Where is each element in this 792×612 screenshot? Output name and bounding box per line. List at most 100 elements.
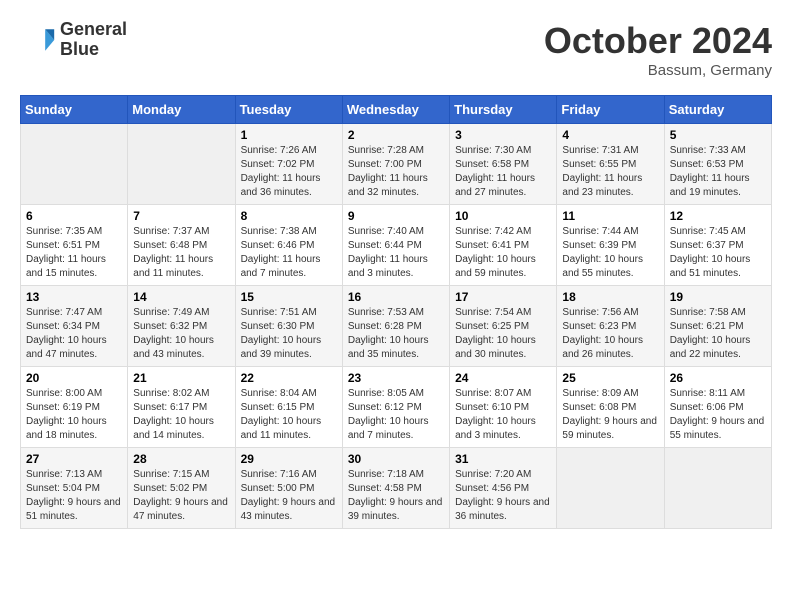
location: Bassum, Germany — [544, 62, 772, 79]
day-info: Sunrise: 7:40 AM Sunset: 6:44 PM Dayligh… — [348, 225, 444, 281]
col-wednesday: Wednesday — [342, 96, 449, 124]
day-cell: 11 Sunrise: 7:44 AM Sunset: 6:39 PM Dayli… — [557, 205, 664, 286]
day-info: Sunrise: 7:16 AM Sunset: 5:00 PM Dayligh… — [241, 468, 337, 524]
week-row-2: 6Sunrise: 7:35 AM Sunset: 6:51 PM Daylig… — [21, 205, 772, 286]
day-cell — [557, 448, 664, 529]
col-friday: Friday — [557, 96, 664, 124]
day-cell: 27 Sunrise: 7:13 AM Sunset: 5:04 PM Dayli… — [21, 448, 128, 529]
day-number: 24 — [455, 371, 551, 385]
day-number: 17 — [455, 290, 551, 304]
day-cell: 26 Sunrise: 8:11 AM Sunset: 6:06 PM Dayli… — [664, 367, 771, 448]
col-thursday: Thursday — [450, 96, 557, 124]
calendar-table: SundayMondayTuesdayWednesdayThursdayFrid… — [20, 95, 772, 529]
day-info: Sunrise: 7:47 AM Sunset: 6:34 PM Dayligh… — [26, 306, 122, 362]
logo: General Blue — [20, 20, 127, 60]
day-cell: 20 Sunrise: 8:00 AM Sunset: 6:19 PM Dayli… — [21, 367, 128, 448]
day-cell: 4 Sunrise: 7:31 AM Sunset: 6:55 PM Daylig… — [557, 124, 664, 205]
day-cell: 17 Sunrise: 7:54 AM Sunset: 6:25 PM Dayli… — [450, 286, 557, 367]
week-row-3: 13 Sunrise: 7:47 AM Sunset: 6:34 PM Dayli… — [21, 286, 772, 367]
day-number: 21 — [133, 371, 229, 385]
day-number: 22 — [241, 371, 337, 385]
day-number: 16 — [348, 290, 444, 304]
day-cell: 3Sunrise: 7:30 AM Sunset: 6:58 PM Daylig… — [450, 124, 557, 205]
day-cell: 30 Sunrise: 7:18 AM Sunset: 4:58 PM Dayli… — [342, 448, 449, 529]
day-cell: 5 Sunrise: 7:33 AM Sunset: 6:53 PM Daylig… — [664, 124, 771, 205]
day-number: 27 — [26, 452, 122, 466]
day-info: Sunrise: 7:13 AM Sunset: 5:04 PM Dayligh… — [26, 468, 122, 524]
day-info: Sunrise: 7:28 AM Sunset: 7:00 PM Dayligh… — [348, 144, 444, 200]
day-number: 1 — [241, 128, 337, 142]
day-cell: 19 Sunrise: 7:58 AM Sunset: 6:21 PM Dayli… — [664, 286, 771, 367]
day-number: 12 — [670, 209, 766, 223]
day-number: 30 — [348, 452, 444, 466]
day-number: 28 — [133, 452, 229, 466]
day-number: 15 — [241, 290, 337, 304]
day-number: 7 — [133, 209, 229, 223]
page-header: General Blue October 2024 Bassum, German… — [20, 20, 772, 79]
day-cell: 29Sunrise: 7:16 AM Sunset: 5:00 PM Dayli… — [235, 448, 342, 529]
day-info: Sunrise: 7:49 AM Sunset: 6:32 PM Dayligh… — [133, 306, 229, 362]
day-cell: 31Sunrise: 7:20 AM Sunset: 4:56 PM Dayli… — [450, 448, 557, 529]
day-number: 11 — [562, 209, 658, 223]
day-info: Sunrise: 7:42 AM Sunset: 6:41 PM Dayligh… — [455, 225, 551, 281]
col-monday: Monday — [128, 96, 235, 124]
day-info: Sunrise: 7:26 AM Sunset: 7:02 PM Dayligh… — [241, 144, 337, 200]
day-info: Sunrise: 8:00 AM Sunset: 6:19 PM Dayligh… — [26, 387, 122, 443]
title-block: October 2024 Bassum, Germany — [544, 20, 772, 79]
day-cell — [21, 124, 128, 205]
logo-icon — [20, 22, 56, 58]
day-info: Sunrise: 7:15 AM Sunset: 5:02 PM Dayligh… — [133, 468, 229, 524]
day-info: Sunrise: 8:05 AM Sunset: 6:12 PM Dayligh… — [348, 387, 444, 443]
day-number: 23 — [348, 371, 444, 385]
day-info: Sunrise: 8:04 AM Sunset: 6:15 PM Dayligh… — [241, 387, 337, 443]
day-info: Sunrise: 7:35 AM Sunset: 6:51 PM Dayligh… — [26, 225, 122, 281]
day-info: Sunrise: 8:11 AM Sunset: 6:06 PM Dayligh… — [670, 387, 766, 443]
day-number: 18 — [562, 290, 658, 304]
day-info: Sunrise: 8:02 AM Sunset: 6:17 PM Dayligh… — [133, 387, 229, 443]
day-info: Sunrise: 8:09 AM Sunset: 6:08 PM Dayligh… — [562, 387, 658, 443]
day-number: 2 — [348, 128, 444, 142]
day-cell: 10 Sunrise: 7:42 AM Sunset: 6:41 PM Dayli… — [450, 205, 557, 286]
day-cell: 25 Sunrise: 8:09 AM Sunset: 6:08 PM Dayli… — [557, 367, 664, 448]
col-sunday: Sunday — [21, 96, 128, 124]
day-number: 31 — [455, 452, 551, 466]
day-info: Sunrise: 7:51 AM Sunset: 6:30 PM Dayligh… — [241, 306, 337, 362]
week-row-4: 20 Sunrise: 8:00 AM Sunset: 6:19 PM Dayli… — [21, 367, 772, 448]
day-number: 19 — [670, 290, 766, 304]
logo-text: General Blue — [60, 20, 127, 60]
header-row: SundayMondayTuesdayWednesdayThursdayFrid… — [21, 96, 772, 124]
day-number: 4 — [562, 128, 658, 142]
day-info: Sunrise: 7:18 AM Sunset: 4:58 PM Dayligh… — [348, 468, 444, 524]
logo-line2: Blue — [60, 40, 127, 60]
day-number: 8 — [241, 209, 337, 223]
day-cell: 8 Sunrise: 7:38 AM Sunset: 6:46 PM Daylig… — [235, 205, 342, 286]
day-number: 13 — [26, 290, 122, 304]
day-cell: 6Sunrise: 7:35 AM Sunset: 6:51 PM Daylig… — [21, 205, 128, 286]
day-info: Sunrise: 7:37 AM Sunset: 6:48 PM Dayligh… — [133, 225, 229, 281]
day-cell: 9Sunrise: 7:40 AM Sunset: 6:44 PM Daylig… — [342, 205, 449, 286]
day-cell: 16Sunrise: 7:53 AM Sunset: 6:28 PM Dayli… — [342, 286, 449, 367]
day-info: Sunrise: 7:38 AM Sunset: 6:46 PM Dayligh… — [241, 225, 337, 281]
col-tuesday: Tuesday — [235, 96, 342, 124]
day-number: 3 — [455, 128, 551, 142]
day-info: Sunrise: 7:44 AM Sunset: 6:39 PM Dayligh… — [562, 225, 658, 281]
day-number: 5 — [670, 128, 766, 142]
day-cell: 24 Sunrise: 8:07 AM Sunset: 6:10 PM Dayli… — [450, 367, 557, 448]
day-info: Sunrise: 7:31 AM Sunset: 6:55 PM Dayligh… — [562, 144, 658, 200]
day-cell: 18Sunrise: 7:56 AM Sunset: 6:23 PM Dayli… — [557, 286, 664, 367]
day-number: 20 — [26, 371, 122, 385]
day-number: 10 — [455, 209, 551, 223]
day-info: Sunrise: 7:58 AM Sunset: 6:21 PM Dayligh… — [670, 306, 766, 362]
day-number: 25 — [562, 371, 658, 385]
day-info: Sunrise: 7:33 AM Sunset: 6:53 PM Dayligh… — [670, 144, 766, 200]
week-row-1: 1 Sunrise: 7:26 AM Sunset: 7:02 PM Daylig… — [21, 124, 772, 205]
logo-line1: General — [60, 20, 127, 40]
day-cell: 15 Sunrise: 7:51 AM Sunset: 6:30 PM Dayli… — [235, 286, 342, 367]
day-number: 26 — [670, 371, 766, 385]
month-title: October 2024 — [544, 20, 772, 62]
day-number: 14 — [133, 290, 229, 304]
day-info: Sunrise: 8:07 AM Sunset: 6:10 PM Dayligh… — [455, 387, 551, 443]
day-info: Sunrise: 7:54 AM Sunset: 6:25 PM Dayligh… — [455, 306, 551, 362]
day-cell: 13 Sunrise: 7:47 AM Sunset: 6:34 PM Dayli… — [21, 286, 128, 367]
day-cell: 23 Sunrise: 8:05 AM Sunset: 6:12 PM Dayli… — [342, 367, 449, 448]
